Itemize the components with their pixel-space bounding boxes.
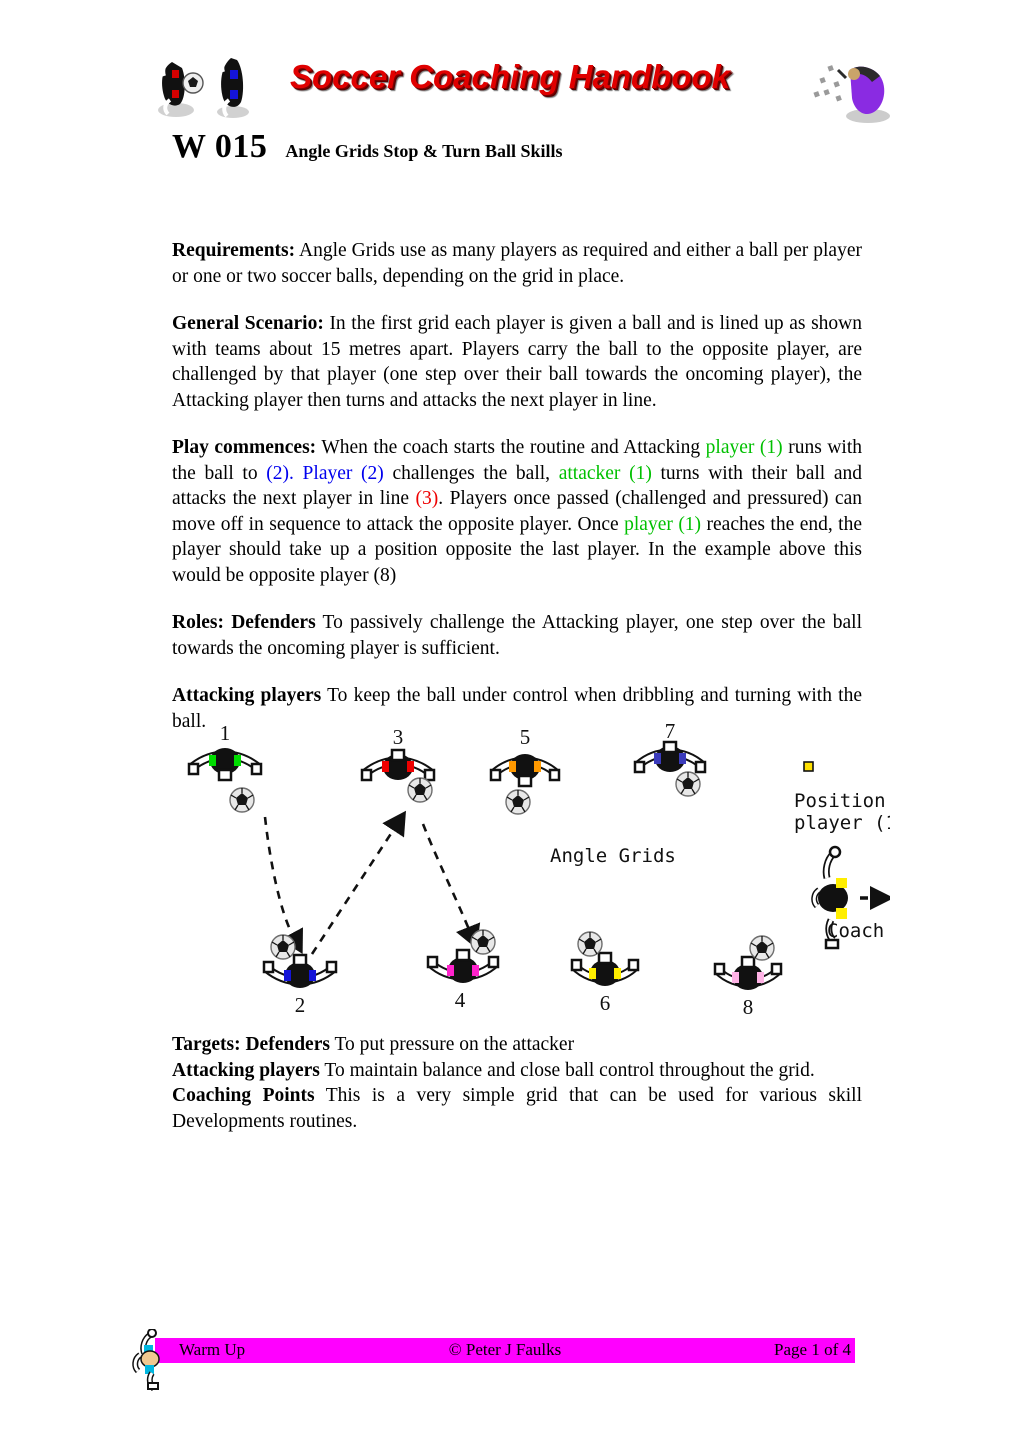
diagram-player-1: 1: [187, 722, 263, 813]
player-7-kit-color: [654, 753, 661, 764]
soccer-player-kicking-icon: [132, 1329, 160, 1391]
document-code: W 015: [172, 128, 268, 165]
play-player-1-green: player (1): [705, 437, 783, 458]
page-header: Soccer Coaching Handbook: [0, 0, 1020, 125]
paragraph-targets-defenders: Targets: Defenders To put pressure on th…: [172, 1032, 862, 1058]
diagram-player-7: 7: [633, 722, 707, 797]
player-5-ball: [505, 789, 531, 815]
paragraph-coaching-points: Coaching Points This is a very simple gr…: [172, 1083, 862, 1134]
document-page: Soccer Coaching Handbook W 015 Angle Gri…: [0, 0, 1020, 1442]
footer-section-label: Warm Up: [179, 1340, 246, 1359]
diagram-label-angle-grids: Angle Grids: [550, 845, 676, 867]
footer-copyright: © Peter J Faulks: [448, 1340, 562, 1359]
targets-defenders-label: Targets: Defenders: [172, 1034, 330, 1055]
coach-direction-arrow-icon: [860, 886, 890, 910]
body-text-block: Requirements: Angle Grids use as many pl…: [172, 238, 862, 734]
play-player-1b-green: player (1): [624, 513, 702, 535]
attacking-players-label: Attacking players: [172, 685, 322, 706]
page-footer: Warm Up © Peter J Faulks Page 1 of 4: [0, 1329, 1020, 1391]
footer-page-number: Page 1 of 4: [774, 1340, 851, 1359]
arrow-player2-to-player3: [310, 810, 406, 955]
paragraph-attacking-players-2: Attacking players To maintain balance an…: [172, 1058, 862, 1084]
goalkeeper-diving-purple-icon: [813, 65, 890, 123]
play-player-2-blue: (2). Player (2): [266, 462, 384, 484]
play-text-3: challenges the ball,: [383, 462, 559, 484]
player-5-kit-color: [509, 761, 516, 772]
player-4-kit-color: [447, 965, 454, 976]
footer-bar: Warm Up © Peter J Faulks Page 1 of 4: [155, 1338, 855, 1363]
diagram-label-position-line1: Position for: [794, 790, 890, 812]
play-commences-label: Play commences:: [172, 437, 317, 458]
player-2-number: 2: [295, 993, 306, 1017]
player-2-kit-color: [284, 970, 291, 981]
player-6-ball: [577, 931, 603, 957]
movement-arrows: [263, 810, 481, 955]
player-4-number: 4: [455, 988, 466, 1012]
diagram-player-8: 8: [713, 935, 783, 1019]
player-8-number: 8: [743, 995, 754, 1019]
player-7-ball: [675, 771, 701, 797]
paragraph-requirements: Requirements: Angle Grids use as many pl…: [172, 238, 862, 289]
player-8-ball: [749, 935, 775, 961]
player-2-ball: [270, 934, 296, 960]
player-3-kit-color: [382, 761, 389, 772]
player-7-number: 7: [665, 722, 676, 743]
diagram-player-3: 3: [360, 725, 436, 803]
paragraph-general-scenario: General Scenario: In the first grid each…: [172, 311, 862, 413]
arrow-player3-to-player4: [421, 823, 481, 949]
play-attacker-1-green: attacker (1): [558, 462, 652, 484]
player-6-number: 6: [600, 991, 611, 1015]
diagram-player-6: 6: [570, 931, 640, 1015]
play-text-1: When the coach starts the routine and At…: [316, 437, 706, 458]
player-1-kit-color: [209, 755, 216, 766]
document-subject: Angle Grids Stop & Turn Ball Skills: [285, 141, 563, 161]
diagram-label-position-line2: player (1): [794, 812, 890, 834]
diagram-player-5: 5: [489, 725, 561, 815]
player-3-ball: [407, 777, 433, 803]
coaching-points-label: Coaching Points: [172, 1085, 315, 1106]
attacking-players-2-text: To maintain balance and close ball contr…: [319, 1059, 815, 1081]
player-8-kit-color: [732, 972, 739, 983]
page-title: W 015 Angle Grids Stop & Turn Ball Skills: [172, 128, 872, 166]
player-1-ball: [229, 787, 255, 813]
player-1-number: 1: [220, 722, 231, 745]
roles-defenders-label: Roles: Defenders: [172, 612, 316, 633]
play-player-3-red: (3): [415, 488, 439, 509]
paragraph-roles-defenders: Roles: Defenders To passively challenge …: [172, 610, 862, 661]
player-3-number: 3: [393, 725, 404, 749]
paragraph-play-commences: Play commences: When the coach starts th…: [172, 435, 862, 588]
angle-grids-diagram: 1 3 5 7 2 4 6 8 Angle Grids Position pla…: [170, 722, 890, 1022]
diagram-label-coach: Coach: [827, 920, 884, 942]
player-5-number: 5: [520, 725, 531, 749]
lower-text-block: Targets: Defenders To put pressure on th…: [172, 1032, 862, 1134]
player-6-kit-color: [589, 968, 596, 979]
general-scenario-label: General Scenario:: [172, 313, 324, 334]
diagram-player-4: 4: [426, 929, 500, 1012]
attacking-players-2-label: Attacking players: [172, 1059, 320, 1081]
targets-defenders-text: To put pressure on the attacker: [329, 1034, 575, 1055]
arrow-player1-to-player2: [263, 816, 303, 955]
diagram-player-2: 2: [262, 934, 338, 1017]
player-4-ball: [470, 929, 496, 955]
requirements-label: Requirements:: [172, 240, 296, 261]
position-marker-dot: [803, 761, 814, 772]
